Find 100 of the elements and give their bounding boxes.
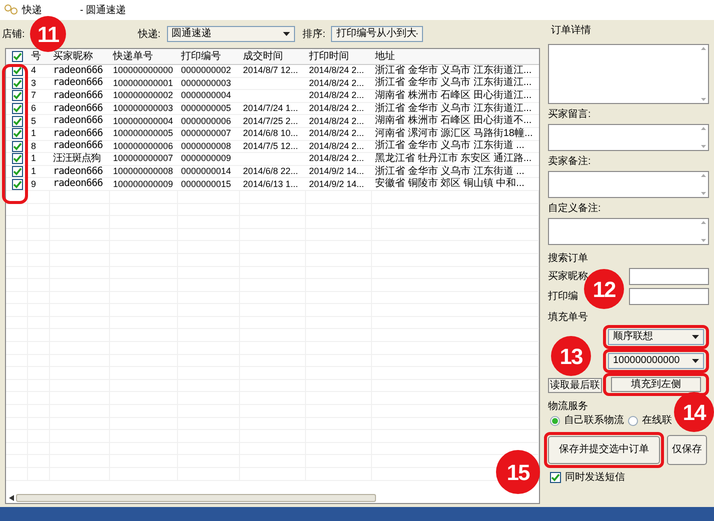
table-cell-text: 100000000004: [112, 116, 174, 126]
table-cell-text: 0000000003: [180, 78, 232, 88]
table-cell-text: 河南省 漯河市 源汇区 马路街18幢...: [374, 128, 534, 139]
caret-icon: [692, 359, 699, 363]
table-cell-text: 2014/8/24 2...: [308, 104, 366, 114]
text-area[interactable]: [548, 124, 709, 151]
sort-dropdown[interactable]: 打印编号从小到大: [331, 26, 424, 42]
input-field[interactable]: [629, 288, 709, 305]
table-cell-text: 0000000009: [180, 154, 232, 164]
field-label: 卖家备注:: [548, 157, 591, 167]
radio-label: 在线联: [642, 416, 672, 426]
table-cell-text: 1: [30, 154, 38, 164]
table-cell-text: 100000000008: [112, 167, 174, 176]
text-area[interactable]: [548, 44, 709, 104]
checkbox[interactable]: [12, 140, 22, 152]
number-dropdown[interactable]: 100000000000: [608, 353, 704, 369]
table-cell-text: 100000000005: [112, 129, 174, 138]
table-cell-text: 2014/8/24 2...: [308, 154, 366, 164]
table-cell-text: 2014/7/25 2...: [242, 116, 300, 126]
table-cell-text: 4: [30, 66, 38, 76]
table-cell-text: 2014/8/7 12...: [242, 66, 300, 76]
column-header[interactable]: 打印时间: [306, 52, 372, 62]
mode-dropdown[interactable]: 顺序联想: [608, 329, 704, 345]
input-field[interactable]: [629, 268, 709, 285]
column-header[interactable]: 快递单号: [110, 52, 178, 62]
checkbox[interactable]: [12, 51, 22, 62]
step-badge: 14: [674, 392, 714, 432]
courier-label: 快递:: [138, 28, 161, 42]
table-cell-text: 0000000004: [180, 91, 232, 100]
table-cell-text: 2014/8/24 2...: [308, 78, 366, 88]
table-cell-text: 0000000005: [180, 104, 232, 114]
field-label: 买家留言:: [548, 110, 591, 120]
group-title: 填充单号: [548, 313, 588, 323]
column-header[interactable]: 打印编号: [178, 52, 240, 62]
column-header[interactable]: 买家昵称: [50, 52, 110, 62]
table-cell-text: 100000000006: [112, 142, 174, 151]
checkbox[interactable]: [12, 128, 22, 140]
radio-button[interactable]: [628, 416, 638, 426]
radio-label: 自己联系物流: [564, 416, 624, 426]
text-area[interactable]: [548, 218, 709, 245]
table-cell-text: 2014/8/24 2...: [308, 116, 366, 126]
table-cell-text: 3: [30, 78, 38, 88]
caret-icon: [282, 32, 290, 36]
table-cell-text: radeon666: [52, 116, 104, 126]
table-cell-text: 100000000009: [112, 180, 174, 189]
table-cell-text: 2014/9/2 14...: [308, 167, 366, 176]
window-title: - 圆通速递: [80, 4, 126, 18]
table-cell-text: 0000000015: [180, 180, 232, 189]
table-cell-text: 100000000003: [112, 104, 174, 114]
table-cell-text: radeon666: [52, 128, 104, 139]
column-header[interactable]: 成交时间: [240, 52, 306, 62]
app-icon: [4, 4, 18, 16]
checkbox[interactable]: [550, 472, 561, 483]
read-button[interactable]: 读取最后联: [548, 378, 602, 393]
step-badge: 13: [551, 336, 591, 376]
table-cell-text: 0000000007: [180, 129, 232, 138]
table-cell-text: radeon666: [52, 90, 104, 101]
scroll-up-icon: [700, 47, 706, 50]
scroll-down-icon: [700, 145, 706, 148]
checkbox[interactable]: [12, 90, 22, 102]
table-cell-text: 湖南省 株洲市 石峰区 田心街道不...: [374, 116, 533, 126]
table-cell-text: 2014/8/24 2...: [308, 66, 366, 76]
save-submit-button[interactable]: 保存并提交选中订单: [548, 436, 660, 464]
table-cell-text: 1: [30, 167, 38, 176]
table-cell-text: 100000000001: [112, 78, 174, 88]
column-header[interactable]: 地址: [372, 52, 539, 62]
save-only-button[interactable]: 仅保存: [667, 435, 707, 465]
checkbox[interactable]: [12, 153, 22, 164]
table-cell-text: radeon666: [52, 104, 104, 114]
scroll-down-icon: [700, 239, 706, 242]
table-cell-text: radeon666: [52, 78, 104, 88]
table-cell-text: radeon666: [52, 141, 104, 152]
window-title: 快递: [22, 4, 42, 18]
table-cell-text: 1: [30, 129, 38, 138]
column-header[interactable]: 号: [28, 52, 50, 62]
checkbox[interactable]: [12, 166, 22, 178]
checkbox[interactable]: [12, 103, 22, 114]
caret-icon: [692, 335, 699, 339]
table-cell-text: 2014/6/8 10...: [242, 129, 300, 138]
table-cell-text: 2014/8/24 2...: [308, 129, 366, 138]
group-title: 物流服务: [548, 402, 588, 412]
checkbox[interactable]: [12, 116, 22, 127]
courier-dropdown[interactable]: 圆通速递: [166, 26, 295, 42]
checkbox[interactable]: [12, 78, 22, 89]
scroll-up-icon: [700, 221, 706, 224]
table-cell-text: 2014/6/8 22...: [242, 167, 300, 176]
table-cell-text: 安徽省 铜陵市 郊区 铜山镇 中和...: [374, 179, 526, 190]
scrollbar-thumb[interactable]: [16, 494, 376, 502]
text-area[interactable]: [548, 171, 709, 198]
checkbox[interactable]: [12, 178, 22, 190]
radio-button[interactable]: [550, 416, 560, 426]
fill-left-button[interactable]: 填充到左侧: [611, 377, 701, 392]
table-cell-text: 2014/9/2 14...: [308, 180, 366, 189]
table-cell-text: 100000000007: [112, 154, 174, 164]
scroll-left-icon[interactable]: [9, 495, 14, 501]
table-cell-text: 汪汪斑点狗: [52, 154, 102, 164]
table-cell-text: 2014/6/13 1...: [242, 180, 300, 189]
scroll-up-icon: [700, 127, 706, 130]
field-label: 自定义备注:: [548, 204, 601, 214]
scroll-down-icon: [700, 98, 706, 101]
